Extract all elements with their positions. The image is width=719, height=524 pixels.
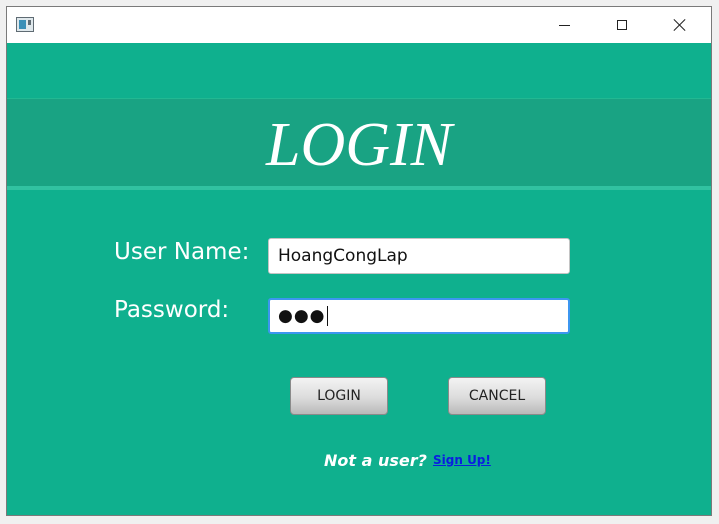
password-value: ●●● bbox=[278, 306, 326, 326]
password-label: Password: bbox=[114, 297, 230, 323]
maximize-button[interactable] bbox=[599, 7, 645, 43]
sign-up-link[interactable]: Sign Up! bbox=[433, 453, 491, 467]
not-a-user-text: Not a user? bbox=[324, 451, 427, 470]
app-window-icon bbox=[16, 17, 34, 32]
username-value: HoangCongLap bbox=[278, 246, 408, 266]
text-caret bbox=[326, 306, 328, 326]
minimize-icon bbox=[558, 24, 570, 26]
minimize-button[interactable] bbox=[541, 7, 587, 43]
login-window: LOGIN User Name: HoangCongLap Password: … bbox=[6, 6, 712, 516]
password-field[interactable]: ●●● bbox=[268, 298, 570, 334]
maximize-icon bbox=[617, 20, 627, 30]
title-bar[interactable] bbox=[7, 7, 711, 43]
close-button[interactable] bbox=[657, 7, 703, 43]
close-icon bbox=[673, 18, 687, 32]
header-divider bbox=[7, 186, 711, 190]
username-field[interactable]: HoangCongLap bbox=[268, 238, 570, 274]
username-label: User Name: bbox=[114, 239, 250, 265]
cancel-button[interactable]: CANCEL bbox=[448, 377, 546, 415]
login-button[interactable]: LOGIN bbox=[290, 377, 388, 415]
page-title: LOGIN bbox=[265, 111, 453, 179]
